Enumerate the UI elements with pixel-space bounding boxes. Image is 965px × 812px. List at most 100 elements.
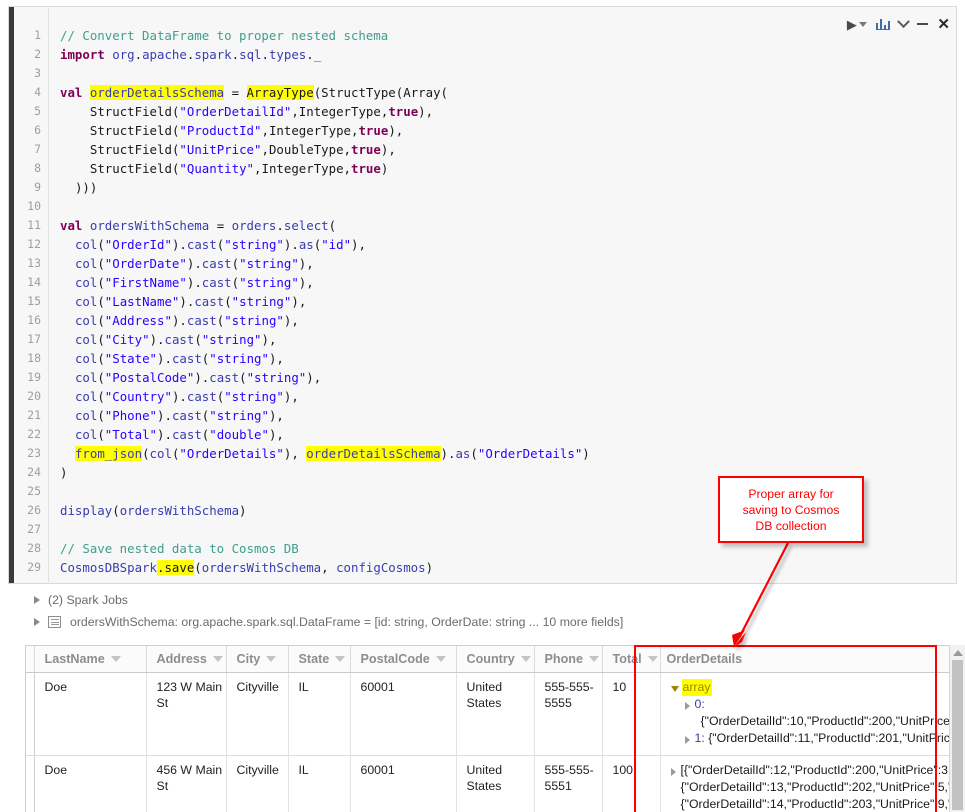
callout-line-3: DB collection — [755, 519, 826, 533]
dataframe-schema-row[interactable]: ordersWithSchema: org.apache.spark.sql.D… — [34, 615, 623, 629]
line-number: 10 — [15, 197, 48, 216]
code-line: col("OrderId").cast("string").as("id"), — [60, 235, 955, 254]
close-cell-button[interactable]: ✕ — [937, 17, 950, 32]
vertical-scrollbar[interactable] — [949, 645, 965, 812]
column-header-city[interactable]: City — [226, 646, 288, 672]
column-sort-caret-icon[interactable] — [266, 656, 276, 662]
table-row[interactable]: Doe456 W Main StCityvilleIL60001United S… — [26, 755, 960, 812]
chart-view-button[interactable] — [876, 19, 891, 30]
scroll-up-arrow-icon[interactable] — [953, 650, 963, 656]
column-header-orderdetails[interactable]: OrderDetails — [660, 646, 960, 672]
column-sort-caret-icon[interactable] — [648, 656, 658, 662]
expand-triangle-icon[interactable] — [671, 768, 676, 776]
caret-down-icon — [859, 22, 867, 27]
bar-chart-icon — [876, 19, 891, 30]
code-line: from_json(col("OrderDetails"), orderDeta… — [60, 444, 955, 463]
line-number: 3 — [15, 64, 48, 83]
line-number: 13 — [15, 254, 48, 273]
orderdetails-raw-line: [{"OrderDetailId":12,"ProductId":200,"Un… — [671, 762, 961, 779]
column-header-phone[interactable]: Phone — [534, 646, 602, 672]
column-sort-caret-icon[interactable] — [589, 656, 599, 662]
column-header-postalcode[interactable]: PostalCode — [350, 646, 456, 672]
expand-triangle-icon[interactable] — [34, 596, 40, 604]
line-number: 16 — [15, 311, 48, 330]
code-line: // Convert DataFrame to proper nested sc… — [60, 26, 955, 45]
callout-line-2: saving to Cosmos — [743, 503, 840, 517]
code-line: col("Address").cast("string"), — [60, 311, 955, 330]
column-header-state[interactable]: State — [288, 646, 350, 672]
table-head: LastName Address CityStatePostalCodeCountr… — [26, 646, 960, 672]
callout-line-1: Proper array for — [748, 487, 833, 501]
scrollbar-thumb[interactable] — [952, 660, 963, 810]
minimize-cell-button[interactable] — [917, 23, 928, 25]
column-header-blank[interactable] — [26, 646, 34, 672]
line-number-gutter: 1234567891011121314151617181920212223242… — [15, 8, 49, 582]
cell-total: 10 — [602, 672, 660, 755]
code-line: col("FirstName").cast("string"), — [60, 273, 955, 292]
line-number: 28 — [15, 539, 48, 558]
expand-triangle-icon[interactable] — [685, 702, 690, 710]
run-cell-button[interactable]: ▶ — [847, 18, 867, 31]
cell-address: 123 W Main St — [146, 672, 226, 755]
line-number: 5 — [15, 102, 48, 121]
line-number: 17 — [15, 330, 48, 349]
line-number: 2 — [15, 45, 48, 64]
data-table: LastName Address CityStatePostalCodeCountr… — [26, 646, 960, 812]
cell-state: IL — [288, 672, 350, 755]
code-line: StructField("ProductId",IntegerType,true… — [60, 121, 955, 140]
cell-lastname: Doe — [34, 672, 146, 755]
code-line: val orderDetailsSchema = ArrayType(Struc… — [60, 83, 955, 102]
column-sort-caret-icon[interactable] — [111, 656, 121, 662]
code-line: StructField("OrderDetailId",IntegerType,… — [60, 102, 955, 121]
column-sort-caret-icon[interactable] — [436, 656, 446, 662]
column-header-country[interactable]: Country — [456, 646, 534, 672]
code-line — [60, 64, 955, 83]
cell-phone: 555-555-5555 — [534, 672, 602, 755]
code-line: col("PostalCode").cast("string"), — [60, 368, 955, 387]
line-number: 12 — [15, 235, 48, 254]
code-line: col("OrderDate").cast("string"), — [60, 254, 955, 273]
code-line: col("City").cast("string"), — [60, 330, 955, 349]
orderdetails-item-value: {"OrderDetailId":11,"ProductId":201,"Uni… — [708, 730, 960, 747]
column-sort-caret-icon[interactable] — [335, 656, 345, 662]
cell-blank — [26, 755, 34, 812]
code-line: ))) — [60, 178, 955, 197]
orderdetails-array-item[interactable]: 1: {"OrderDetailId":11,"ProductId":201,"… — [671, 730, 961, 747]
column-header-lastname[interactable]: LastName — [34, 646, 146, 672]
line-number: 11 — [15, 216, 48, 235]
line-number: 20 — [15, 387, 48, 406]
code-line: import org.apache.spark.sql.types._ — [60, 45, 955, 64]
spark-jobs-row[interactable]: (2) Spark Jobs — [34, 593, 128, 607]
column-sort-caret-icon[interactable] — [213, 656, 223, 662]
code-line: val ordersWithSchema = orders.select( — [60, 216, 955, 235]
table-icon — [48, 616, 61, 628]
results-data-grid[interactable]: LastName Address CityStatePostalCodeCountr… — [25, 645, 965, 812]
cell-orderdetails[interactable]: [{"OrderDetailId":12,"ProductId":200,"Un… — [660, 755, 960, 812]
cell-orderdetails[interactable]: array0:{"OrderDetailId":10,"ProductId":2… — [660, 672, 960, 755]
orderdetails-array-item[interactable]: 0: — [671, 696, 961, 713]
close-icon: ✕ — [937, 17, 950, 32]
line-number: 6 — [15, 121, 48, 140]
column-header-label: LastName — [45, 652, 105, 666]
column-header-label: Address — [157, 652, 207, 666]
column-sort-caret-icon[interactable] — [521, 656, 531, 662]
expand-triangle-icon[interactable] — [685, 736, 690, 744]
expand-triangle-icon[interactable] — [34, 618, 40, 626]
cell-city: Cityville — [226, 755, 288, 812]
minus-icon — [917, 23, 928, 25]
line-number: 15 — [15, 292, 48, 311]
orderdetails-array-root[interactable]: array — [671, 679, 961, 696]
table-row[interactable]: Doe123 W Main StCityvilleIL60001United S… — [26, 672, 960, 755]
line-number: 19 — [15, 368, 48, 387]
orderdetails-item-index: 0: — [695, 696, 705, 713]
line-number: 24 — [15, 463, 48, 482]
collapse-cell-button[interactable] — [899, 20, 908, 29]
cell-postalcode: 60001 — [350, 755, 456, 812]
spark-jobs-label: (2) Spark Jobs — [48, 593, 128, 607]
line-number: 8 — [15, 159, 48, 178]
column-header-address[interactable]: Address — [146, 646, 226, 672]
collapse-triangle-icon[interactable] — [671, 686, 679, 692]
line-number: 29 — [15, 558, 48, 577]
code-line: col("Country").cast("string"), — [60, 387, 955, 406]
column-header-total[interactable]: Total — [602, 646, 660, 672]
